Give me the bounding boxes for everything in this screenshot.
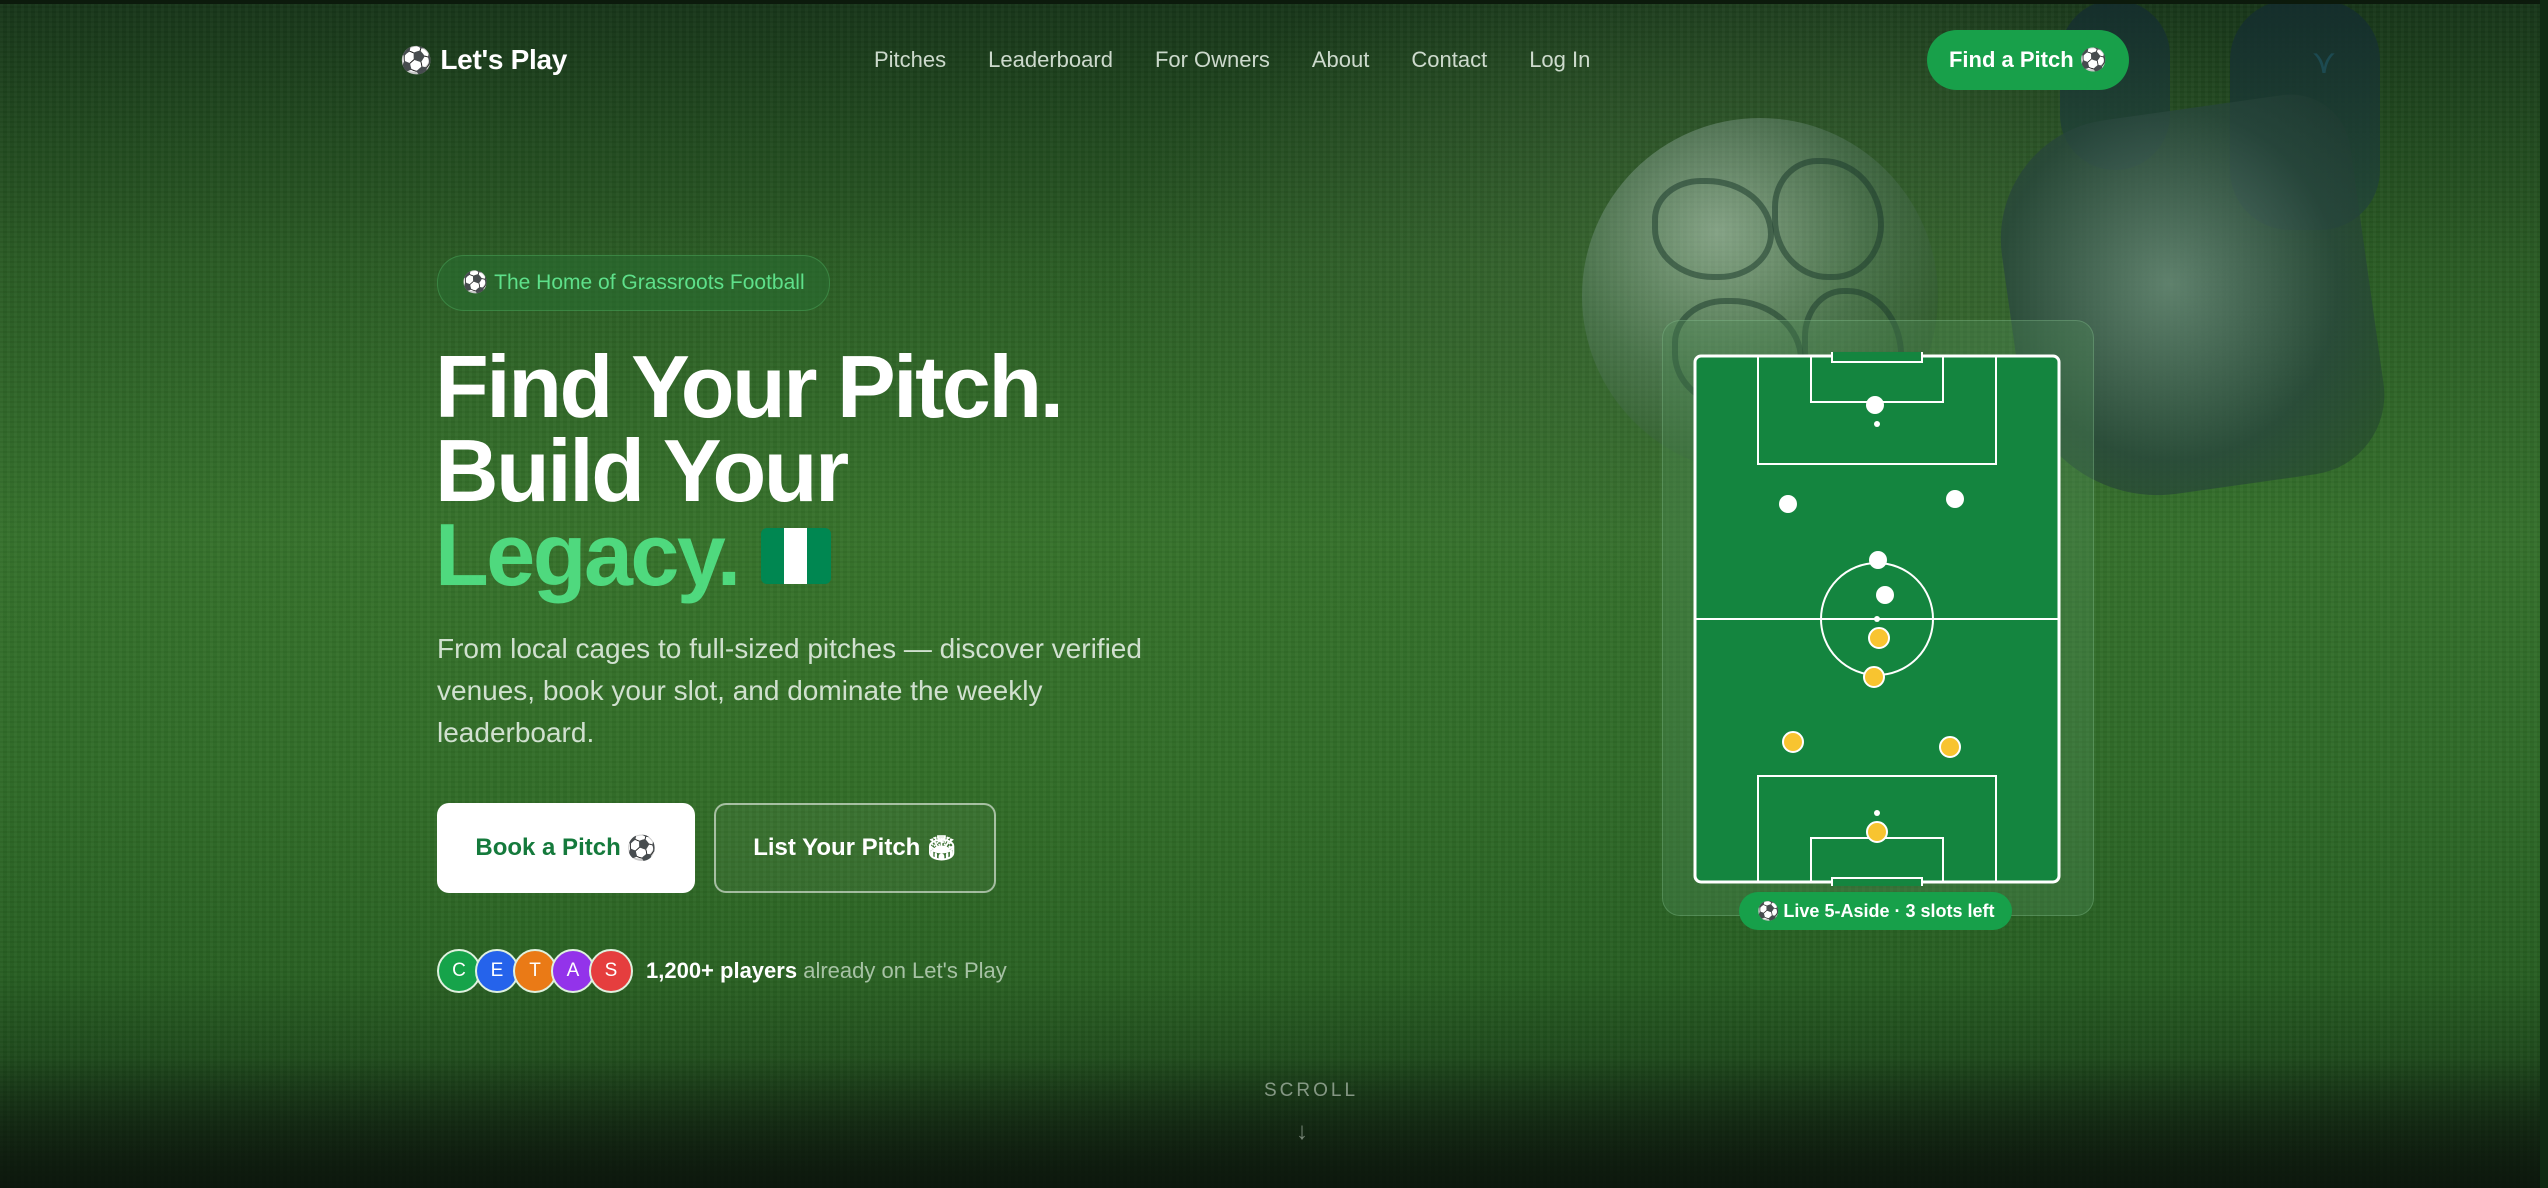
avatar: S <box>589 949 633 993</box>
kit-brand-icon: ⋎ <box>2311 43 2337 81</box>
nav-link-contact[interactable]: Contact <box>1411 44 1487 76</box>
list-your-pitch-button[interactable]: List Your Pitch 🏟 <box>714 803 996 893</box>
player-white <box>1866 396 1884 414</box>
penalty-spot-top <box>1874 421 1880 427</box>
centre-spot <box>1874 616 1880 622</box>
scroll-label: SCROLL <box>1264 1080 1359 1101</box>
goal-bottom <box>1831 877 1923 886</box>
nav-link-leaderboard[interactable]: Leaderboard <box>988 44 1113 76</box>
find-a-pitch-button[interactable]: Find a Pitch ⚽ <box>1927 30 2129 90</box>
player-avatars: C E T A S <box>437 949 633 993</box>
hero-badge-label: The Home of Grassroots Football <box>494 271 805 294</box>
scrollbar-track[interactable] <box>2540 0 2548 1188</box>
soccer-ball-icon: ⚽ <box>626 834 657 862</box>
list-your-pitch-label: List Your Pitch <box>753 834 921 861</box>
player-yellow <box>1866 821 1888 843</box>
player-white <box>1876 586 1894 604</box>
players-count-suffix: already on Let's Play <box>803 958 1007 983</box>
scroll-arrow-icon[interactable]: ↓ <box>1296 1118 1308 1146</box>
player-yellow <box>1868 627 1890 649</box>
pitch-diagram <box>1693 352 2061 886</box>
player-yellow <box>1939 736 1961 758</box>
nav-link-about[interactable]: About <box>1312 44 1370 76</box>
headline-line-3: Legacy. <box>435 511 1062 599</box>
soccer-ball-icon: ⚽ <box>462 271 489 294</box>
soccer-ball-icon: ⚽ <box>400 45 433 75</box>
player-white <box>1869 551 1887 569</box>
book-a-pitch-button[interactable]: Book a Pitch ⚽ <box>437 803 695 893</box>
nav-link-pitches[interactable]: Pitches <box>874 44 946 76</box>
main-nav: Pitches Leaderboard For Owners About Con… <box>874 44 1632 76</box>
players-count: 1,200+ players <box>646 958 798 983</box>
live-slots-label: Live 5-Aside · 3 slots left <box>1783 900 1995 921</box>
player-white <box>1779 495 1797 513</box>
headline-accent: Legacy. <box>435 505 741 604</box>
book-a-pitch-label: Book a Pitch <box>475 834 621 861</box>
player-yellow <box>1782 731 1804 753</box>
hero-lead: From local cages to full-sized pitches —… <box>437 633 1142 748</box>
players-count-text: 1,200+ players already on Let's Play <box>646 956 1007 986</box>
soccer-ball-icon: ⚽ <box>1757 900 1780 921</box>
stadium-icon: 🏟 <box>926 834 957 862</box>
player-yellow <box>1863 666 1885 688</box>
hero-headline: Find Your Pitch. Build Your Legacy. <box>435 337 1064 599</box>
hero-background: ⋎ <box>0 0 2548 1188</box>
goal-top <box>1831 352 1923 363</box>
nav-link-for-owners[interactable]: For Owners <box>1155 44 1270 76</box>
penalty-spot-bottom <box>1874 810 1880 816</box>
brand-logo[interactable]: ⚽ Let's Play <box>400 40 567 80</box>
player-white <box>1946 490 1964 508</box>
nav-link-log-in[interactable]: Log In <box>1529 44 1590 76</box>
soccer-ball-icon: ⚽ <box>2079 47 2108 72</box>
headline-line-1: Find Your Pitch. <box>435 337 1064 436</box>
brand-name: Let's Play <box>440 44 567 75</box>
nigeria-flag-icon <box>760 527 831 584</box>
hero-badge: ⚽ The Home of Grassroots Football <box>437 255 830 311</box>
headline-line-2: Build Your <box>435 421 849 520</box>
top-border <box>0 0 2548 4</box>
find-a-pitch-label: Find a Pitch <box>1948 47 2074 72</box>
bottom-fade <box>0 1058 2548 1188</box>
live-slots-badge[interactable]: ⚽ Live 5-Aside · 3 slots left <box>1739 892 2013 930</box>
